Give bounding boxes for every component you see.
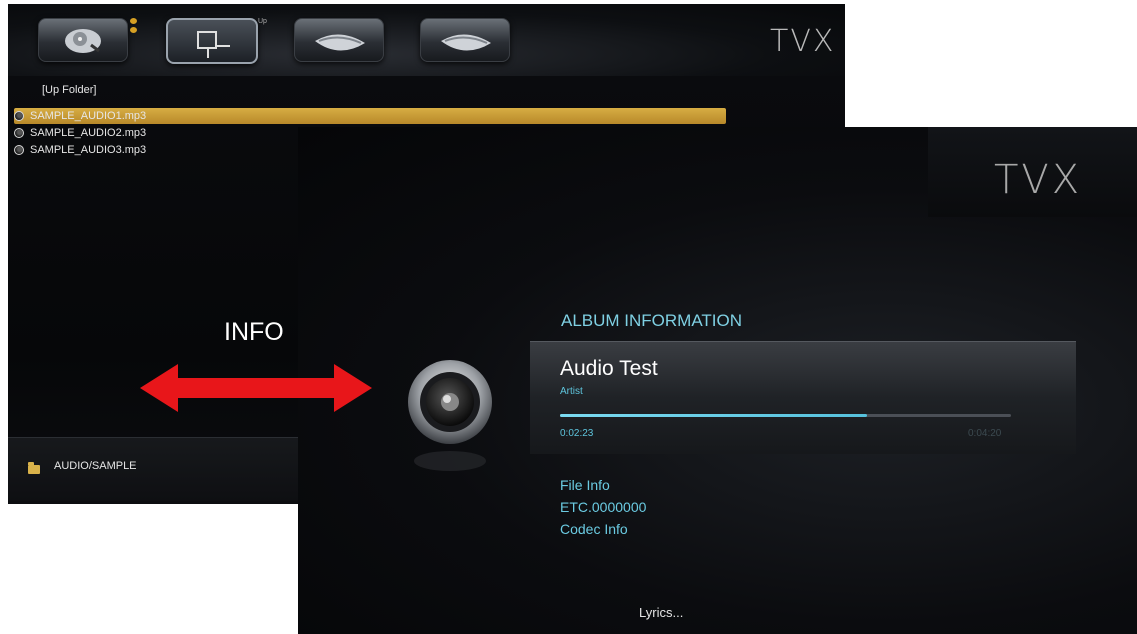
up-folder-item[interactable]: [Up Folder]: [42, 84, 96, 96]
brand-logo: TVX: [770, 24, 836, 59]
file-info-line: File Info: [560, 477, 610, 493]
file-info-line: Codec Info: [560, 521, 628, 537]
folder-icon: [28, 462, 40, 474]
current-path: AUDIO/SAMPLE: [54, 460, 137, 472]
disc-drive-icon: [441, 34, 491, 51]
file-info-line: ETC.0000000: [560, 499, 647, 515]
audio-disc-icon: [14, 145, 24, 155]
lyrics-button[interactable]: Lyrics...: [639, 605, 683, 620]
indicator-dots: [130, 18, 140, 36]
album-info-screen: TVX ALBUM INFORMATION Audio Test Artist …: [298, 127, 1137, 634]
audio-disc-icon: [14, 128, 24, 138]
network-source-button[interactable]: [294, 18, 384, 62]
progress-fill: [560, 414, 867, 417]
mini-label: Up: [258, 18, 267, 25]
elapsed-time: 0:02:23: [560, 428, 594, 439]
media-source-button[interactable]: [420, 18, 510, 62]
info-button-label: INFO: [224, 318, 284, 346]
hard-disk-source-button[interactable]: [38, 18, 128, 62]
file-name: SAMPLE_AUDIO1.mp3: [30, 110, 147, 122]
brand-logo: TVX: [994, 157, 1083, 203]
source-toolbar: Up TVX: [8, 4, 845, 76]
album-information-title: ALBUM INFORMATION: [561, 311, 743, 330]
artist-name: Artist: [560, 386, 583, 397]
file-name: SAMPLE_AUDIO2.mp3: [30, 127, 147, 139]
disc-drive-icon: [315, 34, 365, 51]
total-time: 0:04:20: [968, 428, 1002, 439]
usb-drive-icon: [197, 31, 230, 58]
file-name: SAMPLE_AUDIO3.mp3: [30, 144, 147, 156]
track-title: Audio Test: [560, 357, 658, 380]
transition-arrow-icon: [140, 364, 372, 412]
audio-disc-icon: [14, 111, 24, 121]
hard-disk-icon: [65, 29, 101, 53]
usb-source-button[interactable]: [166, 18, 258, 64]
playback-progress-bar[interactable]: [560, 414, 1011, 417]
file-list-item[interactable]: SAMPLE_AUDIO1.mp3: [14, 108, 726, 124]
speaker-icon: [408, 360, 492, 471]
